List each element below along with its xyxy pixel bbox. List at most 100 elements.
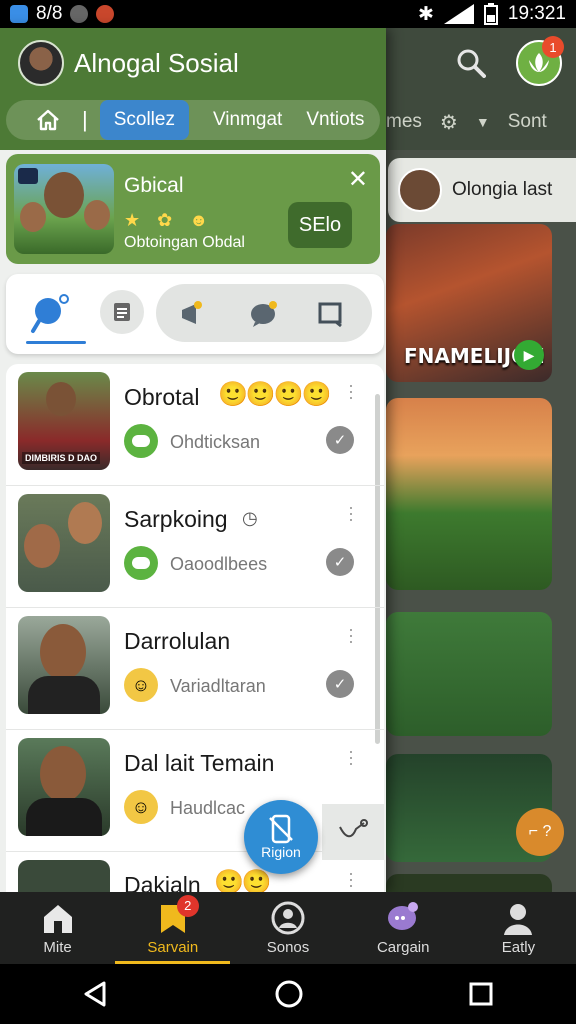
compose-fab[interactable]: Rigion	[244, 800, 318, 874]
bluetooth-icon: ✱	[417, 3, 434, 25]
list-item[interactable]: Sarpkoing ◷ · · · Oaoodlbees ✓	[6, 486, 384, 608]
recents-icon[interactable]	[468, 981, 494, 1007]
nav-label: Sonos	[266, 938, 310, 956]
tab-scollez[interactable]: Scollez	[99, 100, 189, 140]
search-tool-button[interactable]	[24, 288, 86, 344]
background-tabstrip: mes ⚙ ▼ Sont	[386, 100, 547, 144]
face-icon: ☺	[124, 668, 158, 702]
status-bar: 8/8 ✱ 19:321	[0, 0, 576, 28]
group-thumbnail	[14, 164, 114, 254]
nav-label: Sarvain	[147, 938, 199, 956]
group-card[interactable]: Gbical ★ ✿ ☻ Obtoingan Obdal ✕ SElo	[6, 154, 380, 264]
feed-card[interactable]	[386, 874, 552, 892]
settings-icon[interactable]: ⚙	[440, 110, 458, 135]
more-options-icon[interactable]: · · ·	[348, 498, 354, 528]
chat-thumbnail	[18, 860, 110, 892]
face-icon: ☺	[124, 790, 158, 824]
avatar[interactable]	[18, 40, 64, 86]
chip-label: Olongia last	[452, 179, 553, 200]
chat-thumbnail	[18, 616, 110, 714]
tab-bar: | Scollez Vinmgat Vntiots	[6, 100, 380, 140]
notification-badge: 1	[542, 36, 564, 58]
nav-label: Eatly	[501, 938, 536, 956]
window-icon[interactable]	[308, 292, 352, 336]
thumb-caption: DIMBIRIS D DAO	[22, 452, 100, 464]
emoji-icons: 🙂🙂	[214, 869, 272, 892]
chat-bubble-icon	[388, 901, 419, 930]
chat-preview: Ohdticksan	[170, 432, 261, 452]
background-chip[interactable]: Olongia last	[388, 158, 576, 222]
home-button-icon[interactable]	[274, 979, 304, 1009]
nav-item-cargain[interactable]: Cargain	[346, 892, 461, 964]
list-item[interactable]: Darrolulan · · · ☺ Variadltaran ✓	[6, 608, 384, 730]
more-options-icon[interactable]: · · ·	[348, 376, 354, 406]
more-options-icon[interactable]: · · ·	[348, 742, 354, 772]
more-options-icon[interactable]: · · ·	[348, 864, 354, 892]
chip-avatar	[398, 168, 442, 212]
search-icon	[31, 294, 69, 333]
chat-thumbnail: DIMBIRIS D DAO	[18, 372, 110, 470]
nav-label: Cargain	[376, 938, 430, 956]
tab-vinmgat[interactable]: Vinmgat	[213, 109, 282, 131]
reaction-icons: ★ ✿ ☻	[124, 210, 215, 230]
home-icon[interactable]	[30, 103, 66, 137]
more-options-icon[interactable]: · · ·	[348, 620, 354, 650]
page-title: Alnogal Sosial	[74, 48, 239, 78]
notification-count: 8/8	[36, 3, 63, 24]
person-icon	[504, 903, 533, 935]
status-time: 19:321	[507, 3, 566, 24]
notifications-button[interactable]: 1	[516, 36, 564, 86]
play-icon[interactable]: ▶	[514, 340, 544, 370]
nav-item-sarvain[interactable]: 2 Sarvain	[115, 892, 231, 964]
nav-item-eatly[interactable]: Eatly	[461, 892, 576, 964]
chat-bubble-icon	[124, 424, 158, 458]
chat-thumbnail	[18, 494, 110, 592]
drawer-header: Alnogal Sosial | Scollez Vinmgat Vntiots	[0, 28, 386, 150]
phone-slash-icon	[269, 814, 293, 844]
chat-name: Dal lait Temain	[124, 750, 275, 776]
tool-group	[156, 284, 372, 342]
chat-bubble-icon[interactable]	[242, 292, 286, 336]
check-icon: ✓	[326, 548, 354, 576]
background-feed: Olongia last FNAMELIJON ▶	[370, 28, 576, 892]
chat-name: Obrotal	[124, 384, 200, 410]
tab-divider: |	[82, 107, 88, 132]
tab-vntiots[interactable]: Vntiots	[306, 109, 364, 131]
search-icon[interactable]	[456, 48, 486, 78]
nav-badge: 2	[176, 894, 199, 917]
signal-icon	[443, 4, 474, 24]
tool-row	[6, 274, 384, 354]
feed-card[interactable]	[386, 398, 552, 590]
tab-more[interactable]: mes	[386, 111, 422, 133]
navigation-drawer: Alnogal Sosial | Scollez Vinmgat Vntiots…	[0, 28, 386, 892]
emoji-icons: 🙂🙂🙂🙂	[218, 381, 332, 408]
active-tool-indicator	[26, 341, 86, 344]
chat-name: Sarpkoing	[124, 506, 228, 532]
group-action-button[interactable]: SElo	[288, 202, 352, 248]
signature-icon[interactable]	[322, 804, 384, 860]
profile-icon	[271, 901, 305, 934]
home-icon	[43, 904, 72, 933]
list-item[interactable]: DIMBIRIS D DAO Obrotal 🙂🙂🙂🙂 · · · Ohdticks…	[6, 364, 384, 486]
app-notification-icon	[10, 5, 28, 23]
fab-label: Rigion	[261, 844, 301, 860]
game-icon	[96, 5, 115, 23]
nav-item-mite[interactable]: Mite	[0, 892, 115, 964]
list-icon[interactable]	[100, 290, 144, 334]
chat-name: Dakialn	[124, 872, 201, 892]
quick-action-button[interactable]: ⌐ ?	[516, 808, 564, 856]
group-subtitle: Obtoingan Obdal	[124, 234, 245, 251]
feed-card[interactable]	[386, 612, 552, 736]
battery-icon	[483, 3, 498, 25]
close-icon[interactable]: ✕	[348, 168, 368, 192]
tab-sont[interactable]: Sont	[508, 111, 547, 133]
notification-icon	[70, 5, 89, 23]
chat-bubble-icon	[124, 546, 158, 580]
chevron-down-icon[interactable]: ▼	[476, 114, 490, 130]
megaphone-icon[interactable]	[170, 292, 214, 336]
check-icon: ✓	[326, 670, 354, 698]
feed-card[interactable]: FNAMELIJON ▶	[386, 224, 552, 382]
back-icon[interactable]	[82, 980, 110, 1008]
group-title: Gbical	[124, 174, 184, 197]
nav-item-sonos[interactable]: Sonos	[230, 892, 345, 964]
